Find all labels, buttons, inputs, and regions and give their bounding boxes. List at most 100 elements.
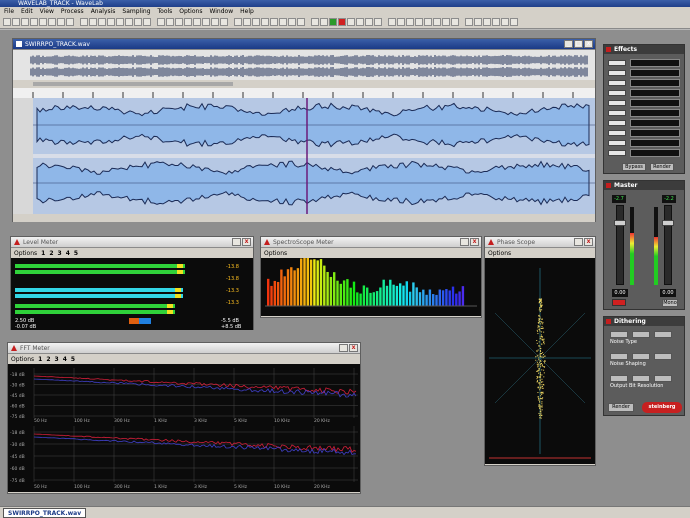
menu-item[interactable]: Window: [209, 8, 233, 15]
toolbar-button[interactable]: [297, 18, 305, 26]
minimize-button[interactable]: [232, 238, 241, 246]
effect-slot[interactable]: [608, 79, 682, 87]
preset-button[interactable]: 3: [58, 250, 62, 257]
toolbar-button[interactable]: [338, 18, 346, 26]
toolbar-button[interactable]: [442, 18, 450, 26]
toolbar-button[interactable]: [474, 18, 482, 26]
toolbar-button[interactable]: [89, 18, 97, 26]
effect-slot[interactable]: [608, 139, 682, 147]
toolbar-button[interactable]: [415, 18, 423, 26]
toolbar-button[interactable]: [311, 18, 319, 26]
toolbar-button[interactable]: [279, 18, 287, 26]
left-fader-track[interactable]: [614, 205, 626, 285]
toolbar-button[interactable]: [39, 18, 47, 26]
effects-render-button[interactable]: Render: [650, 163, 674, 171]
preset-button[interactable]: 1: [41, 250, 45, 257]
toolbar-button[interactable]: [80, 18, 88, 26]
menu-item[interactable]: View: [40, 8, 54, 15]
dither-option-button[interactable]: [654, 375, 672, 382]
options-menu[interactable]: Options: [11, 356, 34, 363]
toolbar-button[interactable]: [48, 18, 56, 26]
options-menu[interactable]: Options: [14, 250, 37, 257]
toolbar-button[interactable]: [433, 18, 441, 26]
close-button[interactable]: x: [584, 238, 593, 246]
toolbar-button[interactable]: [12, 18, 20, 26]
right-fader-track[interactable]: [662, 205, 674, 285]
toolbar-button[interactable]: [365, 18, 373, 26]
toolbar-button[interactable]: [98, 18, 106, 26]
toolbar-button[interactable]: [30, 18, 38, 26]
toolbar-button[interactable]: [125, 18, 133, 26]
toolbar-button[interactable]: [261, 18, 269, 26]
toolbar-button[interactable]: [320, 18, 328, 26]
effect-slot[interactable]: [608, 59, 682, 67]
mono-button[interactable]: Mono: [662, 299, 678, 307]
minimize-button[interactable]: [339, 344, 348, 352]
toolbar-button[interactable]: [270, 18, 278, 26]
menu-item[interactable]: File: [4, 8, 14, 15]
menu-item[interactable]: Help: [240, 8, 254, 15]
dither-option-button[interactable]: [632, 375, 650, 382]
toolbar-button[interactable]: [406, 18, 414, 26]
toolbar-button[interactable]: [374, 18, 382, 26]
effects-bypass-button[interactable]: Bypass: [622, 163, 646, 171]
toolbar-button[interactable]: [3, 18, 11, 26]
preset-button[interactable]: 4: [63, 356, 67, 363]
toolbar-button[interactable]: [465, 18, 473, 26]
maximize-button[interactable]: □: [574, 40, 583, 48]
toolbar-button[interactable]: [492, 18, 500, 26]
toolbar-button[interactable]: [211, 18, 219, 26]
toolbar-button[interactable]: [234, 18, 242, 26]
toolbar-button[interactable]: [483, 18, 491, 26]
effect-slot[interactable]: [608, 89, 682, 97]
toolbar-button[interactable]: [252, 18, 260, 26]
preset-button[interactable]: 1: [38, 356, 42, 363]
menu-item[interactable]: Analysis: [91, 8, 116, 15]
toolbar-button[interactable]: [184, 18, 192, 26]
toolbar-button[interactable]: [388, 18, 396, 26]
toolbar-button[interactable]: [134, 18, 142, 26]
toolbar-button[interactable]: [116, 18, 124, 26]
dither-option-button[interactable]: [632, 331, 650, 338]
toolbar-button[interactable]: [66, 18, 74, 26]
dither-option-button[interactable]: [610, 331, 628, 338]
effect-slot[interactable]: [608, 109, 682, 117]
dither-option-button[interactable]: [610, 353, 628, 360]
effect-slot[interactable]: [608, 99, 682, 107]
options-menu[interactable]: Options: [264, 250, 287, 257]
document-tab[interactable]: SWIRRPO_TRACK.wav: [3, 508, 87, 518]
toolbar-button[interactable]: [57, 18, 65, 26]
close-button[interactable]: x: [349, 344, 358, 352]
toolbar-button[interactable]: [243, 18, 251, 26]
preset-button[interactable]: 2: [46, 356, 50, 363]
dither-option-button[interactable]: [654, 331, 672, 338]
waveform-view[interactable]: [13, 50, 595, 222]
menu-item[interactable]: Tools: [158, 8, 173, 15]
preset-button[interactable]: 5: [74, 250, 78, 257]
effect-slot[interactable]: [608, 149, 682, 157]
minimize-button[interactable]: [574, 238, 583, 246]
toolbar-button[interactable]: [202, 18, 210, 26]
toolbar-button[interactable]: [288, 18, 296, 26]
toolbar-button[interactable]: [347, 18, 355, 26]
toolbar-button[interactable]: [356, 18, 364, 26]
toolbar-button[interactable]: [397, 18, 405, 26]
menu-item[interactable]: Options: [179, 8, 202, 15]
toolbar-button[interactable]: [451, 18, 459, 26]
dither-option-button[interactable]: [654, 353, 672, 360]
toolbar-button[interactable]: [424, 18, 432, 26]
options-menu[interactable]: Options: [488, 250, 511, 257]
effect-slot[interactable]: [608, 129, 682, 137]
toolbar-button[interactable]: [220, 18, 228, 26]
toolbar-button[interactable]: [157, 18, 165, 26]
toolbar-button[interactable]: [329, 18, 337, 26]
minimize-button[interactable]: _: [564, 40, 573, 48]
minimize-button[interactable]: [460, 238, 469, 246]
toolbar-button[interactable]: [143, 18, 151, 26]
close-button[interactable]: x: [584, 40, 593, 48]
toolbar-button[interactable]: [501, 18, 509, 26]
toolbar-button[interactable]: [175, 18, 183, 26]
toolbar-button[interactable]: [193, 18, 201, 26]
dither-option-button[interactable]: [610, 375, 628, 382]
menu-item[interactable]: Process: [61, 8, 84, 15]
